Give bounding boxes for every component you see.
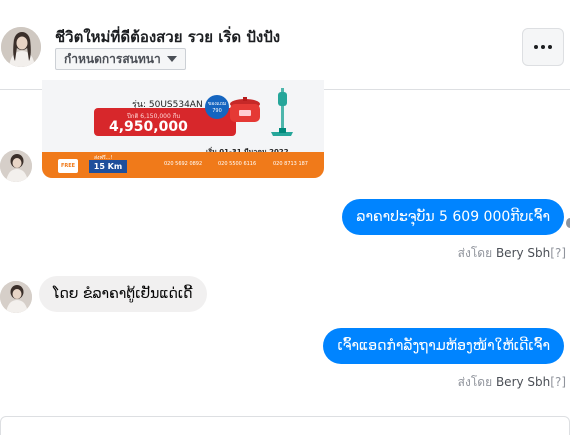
message-composer[interactable] [0, 416, 570, 435]
outgoing-message-bubble[interactable]: ລາຄາປະຈຸບັນ 5 609 000ກີບເຈົ້າ [342, 199, 564, 235]
profile-photo-icon [0, 150, 32, 182]
rice-cooker-icon [230, 97, 260, 122]
avatar[interactable] [0, 281, 32, 313]
promo-contact: 020 5500 6116 [218, 161, 257, 167]
sent-by-prefix: ส่งโดย [457, 375, 493, 389]
sent-by-help[interactable]: [?] [550, 246, 566, 260]
conversation-settings-label: กำหนดการสนทนา [64, 51, 161, 66]
profile-photo-icon [0, 281, 32, 313]
avatar[interactable] [1, 27, 41, 67]
avatar[interactable] [0, 150, 32, 182]
read-receipt-icon [566, 218, 570, 228]
sent-by-label: ส่งโดย Bery Sbh[?] [458, 373, 566, 392]
chevron-down-icon [166, 56, 177, 62]
thread-header: ชีวิตใหม่ที่ดีต้องสวย รวย เริ่ด ปังปัง ก… [0, 0, 570, 90]
free-delivery-icon: FREE [58, 159, 78, 173]
sent-by-prefix: ส่งโดย [457, 246, 493, 260]
profile-photo-icon [1, 27, 41, 67]
promo-image[interactable]: รุ่น: 50US534AN ปีกติ 6,150,000 กีบ 4,95… [42, 80, 324, 178]
more-horizontal-icon [534, 45, 552, 49]
sent-by-help[interactable]: [?] [550, 375, 566, 389]
incoming-message-bubble[interactable]: ໂດຍ ຂໍລາຄາຕູ້ເຢັນແດ່ເດີ້ [39, 276, 207, 312]
conversation-settings-dropdown[interactable]: กำหนดการสนทนา [55, 48, 186, 70]
outgoing-message-bubble[interactable]: ເຈົ້າແອດກຳລັງຖາມຫ້ອງໜ້າໃຫ້ເດີເຈົ້າ [323, 328, 564, 364]
sent-by-label: ส่งโดย Bery Sbh[?] [458, 244, 566, 263]
page-title: ชีวิตใหม่ที่ดีต้องสวย รวย เริ่ด ปังปัง [55, 28, 281, 46]
sent-by-name[interactable]: Bery Sbh [496, 246, 550, 260]
steam-mop-icon [271, 88, 293, 136]
promo-distance: 15 Km [89, 160, 127, 173]
promo-contact: 020 5692 0892 [164, 161, 203, 167]
sent-by-name[interactable]: Bery Sbh [496, 375, 550, 389]
promo-price: 4,950,000 [109, 119, 188, 135]
promo-contact: 020 8713 187 [273, 161, 308, 167]
messenger-thread: ชีวิตใหม่ที่ดีต้องสวย รวย เริ่ด ปังปัง ก… [0, 0, 570, 435]
more-options-button[interactable] [522, 28, 564, 66]
